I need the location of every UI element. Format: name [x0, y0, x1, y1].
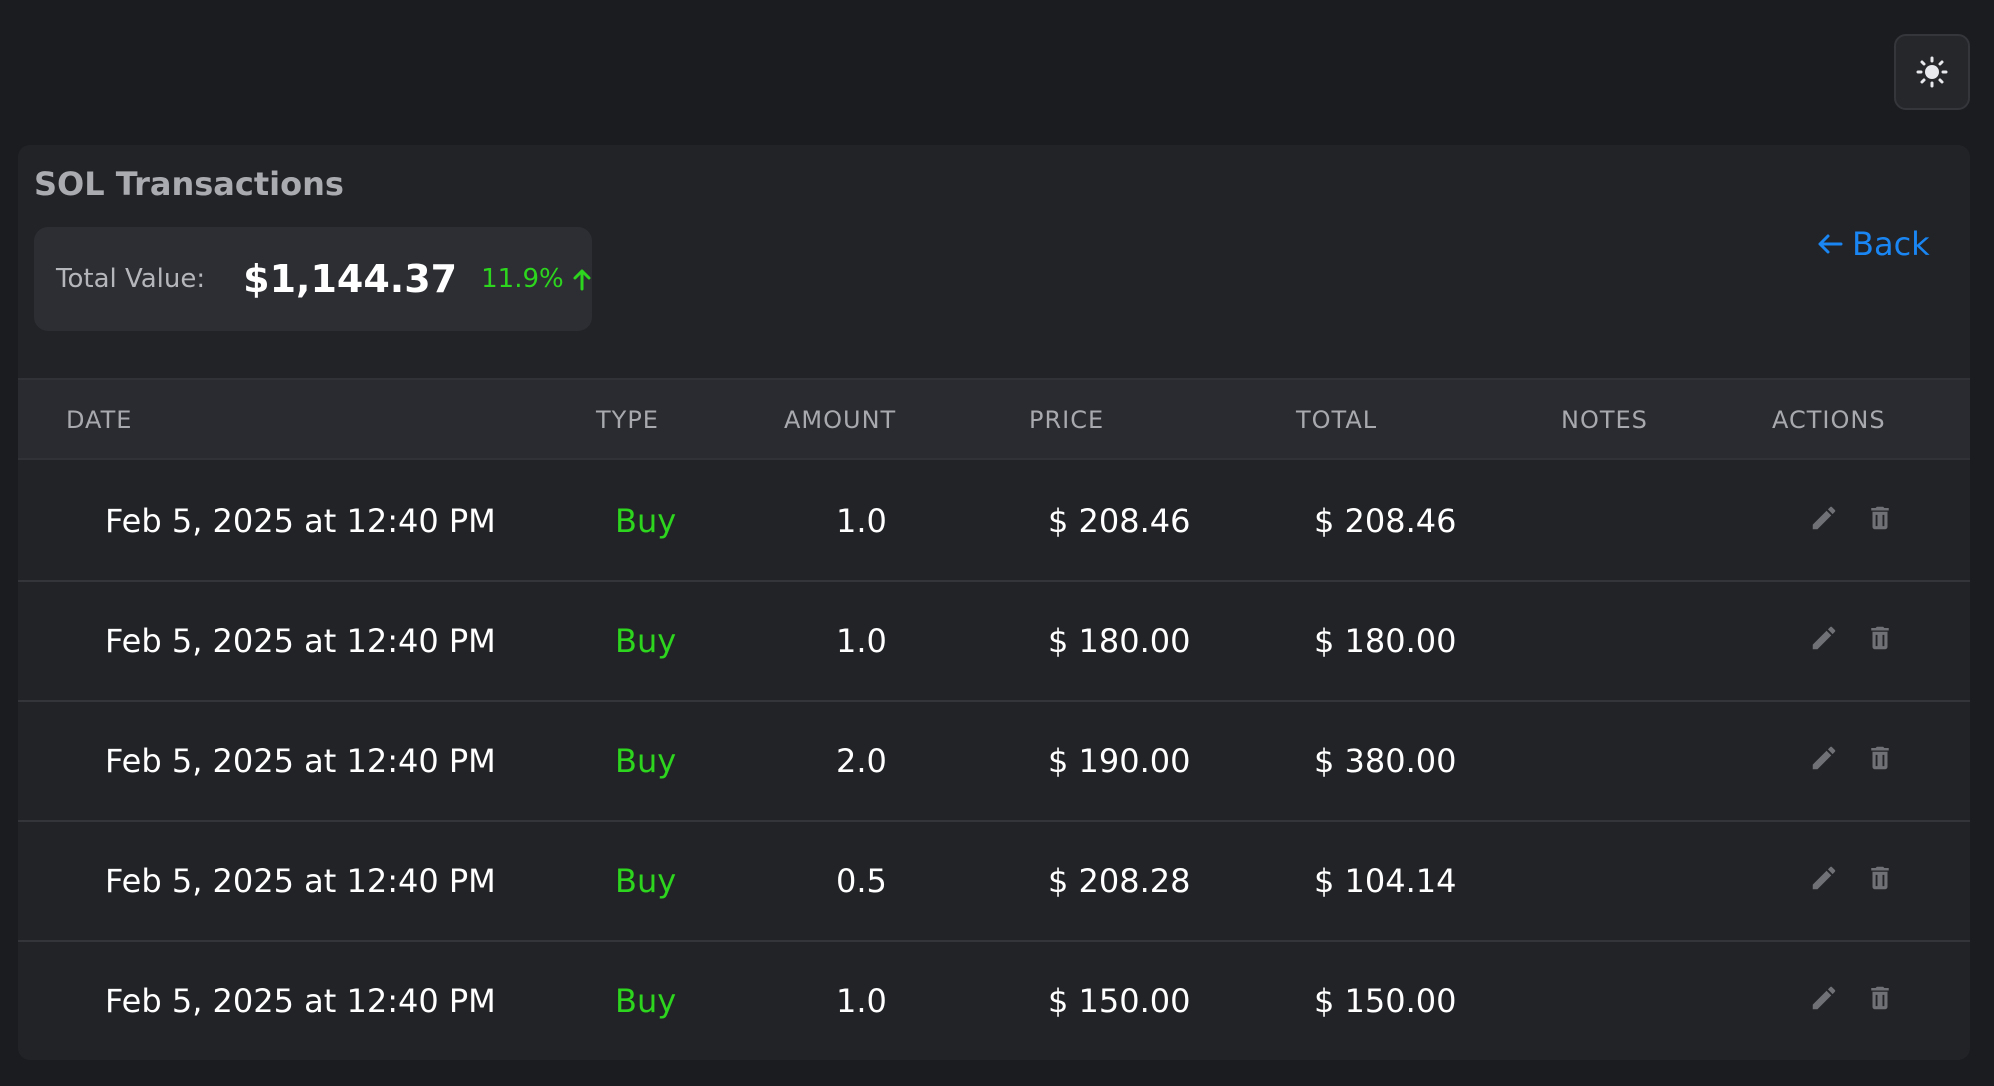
- edit-button[interactable]: [1804, 618, 1844, 658]
- cell-price: $ 208.46: [1048, 502, 1191, 540]
- cell-date: Feb 5, 2025 at 12:40 PM: [105, 982, 496, 1020]
- cell-total: $ 180.00: [1314, 622, 1457, 660]
- cell-price: $ 190.00: [1048, 742, 1191, 780]
- delete-button[interactable]: [1860, 738, 1900, 778]
- column-header-type: TYPE: [596, 406, 659, 434]
- trash-icon: [1871, 986, 1889, 1010]
- sun-icon: [1916, 56, 1948, 88]
- total-value-box: Total Value: $1,144.37 11.9%: [34, 227, 592, 331]
- cell-date: Feb 5, 2025 at 12:40 PM: [105, 502, 496, 540]
- cell-price: $ 208.28: [1048, 862, 1191, 900]
- total-value-amount: $1,144.37: [243, 257, 458, 301]
- transactions-card: SOL Transactions Total Value: $1,144.37 …: [18, 145, 1970, 1060]
- cell-amount: 1.0: [836, 622, 887, 660]
- cell-date: Feb 5, 2025 at 12:40 PM: [105, 622, 496, 660]
- edit-icon: [1812, 986, 1836, 1010]
- edit-button[interactable]: [1804, 498, 1844, 538]
- cell-type: Buy: [615, 622, 677, 660]
- trash-icon: [1871, 626, 1889, 650]
- delete-button[interactable]: [1860, 978, 1900, 1018]
- table-row: Feb 5, 2025 at 12:40 PM Buy 2.0 $ 190.00 $ 3…: [18, 702, 1970, 822]
- trash-icon: [1871, 506, 1889, 530]
- cell-total: $ 104.14: [1314, 862, 1457, 900]
- cell-total: $ 380.00: [1314, 742, 1457, 780]
- table-header: DATE TYPE AMOUNT PRICE TOTAL NOTES ACTIO…: [18, 378, 1970, 460]
- cell-type: Buy: [615, 742, 677, 780]
- edit-icon: [1812, 626, 1836, 650]
- cell-amount: 1.0: [836, 982, 887, 1020]
- cell-total: $ 150.00: [1314, 982, 1457, 1020]
- change-badge: 11.9%: [481, 264, 592, 294]
- edit-button[interactable]: [1804, 978, 1844, 1018]
- column-header-date: DATE: [66, 406, 133, 434]
- back-label: Back: [1852, 225, 1930, 263]
- column-header-amount: AMOUNT: [784, 406, 897, 434]
- column-header-notes: NOTES: [1561, 406, 1648, 434]
- table-row: Feb 5, 2025 at 12:40 PM Buy 1.0 $ 208.46 $ 2…: [18, 462, 1970, 582]
- arrow-up-icon: [573, 269, 591, 291]
- edit-button[interactable]: [1804, 738, 1844, 778]
- column-header-total: TOTAL: [1296, 406, 1378, 434]
- edit-icon: [1812, 866, 1836, 890]
- cell-type: Buy: [615, 982, 677, 1020]
- page-title: SOL Transactions: [34, 165, 344, 203]
- cell-amount: 0.5: [836, 862, 887, 900]
- cell-price: $ 180.00: [1048, 622, 1191, 660]
- table-row: Feb 5, 2025 at 12:40 PM Buy 1.0 $ 150.00 $ 1…: [18, 942, 1970, 1060]
- edit-icon: [1812, 506, 1836, 530]
- cell-total: $ 208.46: [1314, 502, 1457, 540]
- table-row: Feb 5, 2025 at 12:40 PM Buy 0.5 $ 208.28 $ 1…: [18, 822, 1970, 942]
- delete-button[interactable]: [1860, 858, 1900, 898]
- cell-price: $ 150.00: [1048, 982, 1191, 1020]
- delete-button[interactable]: [1860, 618, 1900, 658]
- delete-button[interactable]: [1860, 498, 1900, 538]
- column-header-actions: ACTIONS: [1772, 406, 1886, 434]
- table-row: Feb 5, 2025 at 12:40 PM Buy 1.0 $ 180.00 $ 1…: [18, 582, 1970, 702]
- cell-amount: 1.0: [836, 502, 887, 540]
- cell-amount: 2.0: [836, 742, 887, 780]
- cell-date: Feb 5, 2025 at 12:40 PM: [105, 862, 496, 900]
- back-link[interactable]: Back: [1816, 225, 1930, 263]
- trash-icon: [1871, 866, 1889, 890]
- change-percent: 11.9%: [481, 264, 564, 294]
- trash-icon: [1871, 746, 1889, 770]
- total-value-label: Total Value:: [56, 264, 206, 294]
- cell-type: Buy: [615, 502, 677, 540]
- edit-button[interactable]: [1804, 858, 1844, 898]
- column-header-price: PRICE: [1029, 406, 1105, 434]
- cell-type: Buy: [615, 862, 677, 900]
- theme-toggle-button[interactable]: [1894, 34, 1970, 110]
- edit-icon: [1812, 746, 1836, 770]
- arrow-left-icon: [1818, 234, 1843, 254]
- cell-date: Feb 5, 2025 at 12:40 PM: [105, 742, 496, 780]
